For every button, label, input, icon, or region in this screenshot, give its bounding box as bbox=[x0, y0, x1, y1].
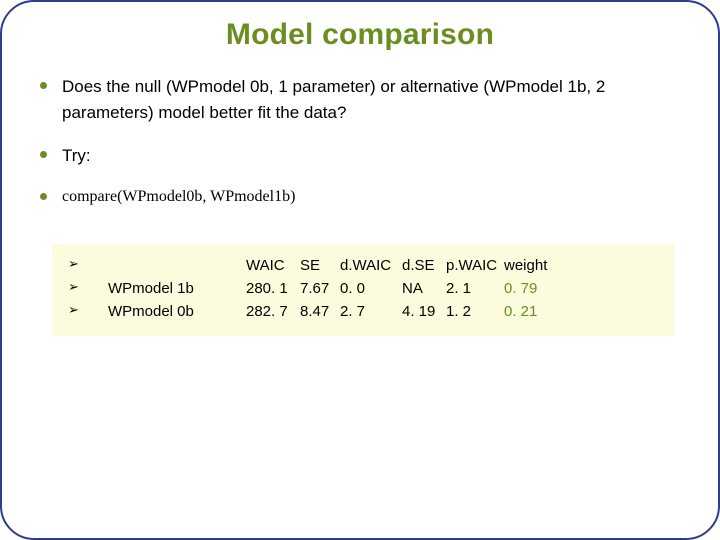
arrow-icon: ➢ bbox=[60, 254, 108, 274]
slide-title: Model comparison bbox=[30, 18, 690, 52]
row-dse: 4. 19 bbox=[402, 300, 446, 323]
arrow-icon: ➢ bbox=[60, 300, 108, 320]
arrow-icon: ➢ bbox=[60, 277, 108, 297]
header-weight: weight bbox=[504, 254, 564, 277]
row-pwaic: 1. 2 bbox=[446, 300, 504, 323]
results-header-row: ➢ WAIC SE d.WAIC d.SE p.WAIC weight bbox=[60, 254, 666, 277]
header-se: SE bbox=[300, 254, 340, 277]
row-waic: 280. 1 bbox=[246, 277, 300, 300]
bullet-list: Does the null (WPmodel 0b, 1 parameter) … bbox=[34, 74, 690, 210]
row-label: WPmodel 1b bbox=[108, 277, 246, 300]
row-label: WPmodel 0b bbox=[108, 300, 246, 323]
row-dwaic: 0. 0 bbox=[340, 277, 402, 300]
header-pwaic: p.WAIC bbox=[446, 254, 504, 277]
row-pwaic: 2. 1 bbox=[446, 277, 504, 300]
results-box: ➢ WAIC SE d.WAIC d.SE p.WAIC weight ➢ WP… bbox=[52, 244, 674, 336]
table-row: ➢ WPmodel 0b 282. 7 8.47 2. 7 4. 19 1. 2… bbox=[60, 300, 666, 323]
row-dse: NA bbox=[402, 277, 446, 300]
row-dwaic: 2. 7 bbox=[340, 300, 402, 323]
bullet-question: Does the null (WPmodel 0b, 1 parameter) … bbox=[34, 74, 690, 127]
slide-frame: Model comparison Does the null (WPmodel … bbox=[0, 0, 720, 540]
header-dwaic: d.WAIC bbox=[340, 254, 402, 277]
header-waic: WAIC bbox=[246, 254, 300, 277]
row-se: 7.67 bbox=[300, 277, 340, 300]
row-weight: 0. 21 bbox=[504, 300, 564, 323]
bullet-code: compare(WPmodel0b, WPmodel1b) bbox=[34, 185, 690, 210]
row-se: 8.47 bbox=[300, 300, 340, 323]
table-row: ➢ WPmodel 1b 280. 1 7.67 0. 0 NA 2. 1 0.… bbox=[60, 277, 666, 300]
header-dse: d.SE bbox=[402, 254, 446, 277]
bullet-try: Try: bbox=[34, 143, 690, 169]
row-weight: 0. 79 bbox=[504, 277, 564, 300]
row-waic: 282. 7 bbox=[246, 300, 300, 323]
